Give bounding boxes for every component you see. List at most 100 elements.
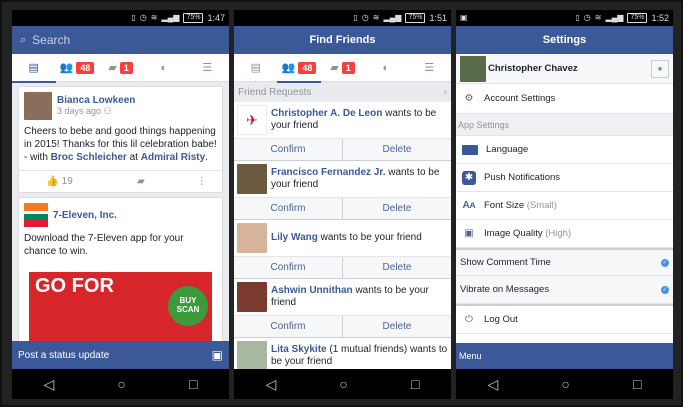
wifi-icon: ≋ <box>372 13 380 22</box>
tab-friend-requests[interactable]: 👥 48 <box>59 54 95 82</box>
image-quality-item[interactable]: ▣ Image Quality (High) <box>456 220 673 248</box>
search-placeholder[interactable]: Search <box>32 33 70 47</box>
signal-icon: ▂▄▆ <box>605 13 624 22</box>
vibrate-on-messages-label: Vibrate on Messages <box>460 284 550 295</box>
camera-icon[interactable]: ▣ <box>212 348 223 362</box>
avatar[interactable]: ✈ <box>237 105 267 135</box>
delete-button[interactable]: Delete <box>342 139 451 160</box>
wifi-icon: ≋ <box>594 13 602 22</box>
delete-button[interactable]: Delete <box>342 316 451 337</box>
phone-screen-newsfeed: ▯ ◷ ≋ ▂▄▆ 75% 1:47 ⌕ Search ▤ 👥 48 ▰ 1 ◐ ☰… <box>12 10 229 399</box>
vibrate-on-messages-item[interactable]: Vibrate on Messages ✓ <box>456 276 673 304</box>
screenshot-frame: ▯ ◷ ≋ ▂▄▆ 75% 1:47 ⌕ Search ▤ 👥 48 ▰ 1 ◐ ☰… <box>0 0 683 407</box>
friends-icon: 👥 <box>59 62 74 74</box>
post-header: 7-Eleven, Inc. <box>19 198 222 232</box>
avatar[interactable] <box>237 341 267 371</box>
requester-name[interactable]: Lita Skykite <box>271 344 327 355</box>
checkmark-icon[interactable]: ✓ <box>661 258 669 267</box>
post-card: Bianca Lowkeen 3 days ago ⚇ Cheers to be… <box>18 86 223 193</box>
alarm-icon: ◷ <box>583 13 591 22</box>
profile-name: Christopher Chavez <box>488 63 578 74</box>
requester-name[interactable]: Ashwin Unnithan <box>271 285 353 296</box>
account-settings-item[interactable]: ⚙ Account Settings <box>456 84 673 114</box>
font-size-value: (Small) <box>526 200 557 211</box>
tab-messages[interactable]: ▰ 1 <box>102 54 138 82</box>
status-time: 1:51 <box>429 13 447 23</box>
show-comment-time-item[interactable]: Show Comment Time ✓ <box>456 248 673 276</box>
phone-screen-find-friends: ▯ ◷ ≋ ▂▄▆ 75% 1:51 Find Friends ▤ 👥 48 ▰ 1… <box>234 10 451 399</box>
seven-eleven-logo[interactable] <box>24 203 48 227</box>
top-tab-bar: ▤ 👥 48 ▰ 1 ◐ ☰ <box>12 54 229 83</box>
post-author[interactable]: 7-Eleven, Inc. <box>53 210 117 221</box>
request-text: Ashwin Unnithan wants to be your friend <box>271 285 429 308</box>
font-size-icon: Aᴀ <box>462 200 476 211</box>
requester-name[interactable]: Lily Wang <box>271 232 318 243</box>
tab-menu[interactable]: ☰ <box>411 54 447 82</box>
search-bar[interactable]: ⌕ Search <box>12 26 229 54</box>
profile-row[interactable]: Christopher Chavez ● <box>456 54 673 84</box>
friend-request-item: Lily Wang wants to be your friend Confir… <box>234 220 451 279</box>
vibrate-icon: ▯ <box>131 13 136 22</box>
requester-name[interactable]: Christopher A. De Leon <box>271 108 382 119</box>
font-size-item[interactable]: Aᴀ Font Size (Small) <box>456 192 673 220</box>
confirm-button[interactable]: Confirm <box>234 139 342 160</box>
tab-friend-requests[interactable]: 👥 48 <box>277 54 322 83</box>
recents-icon[interactable]: □ <box>633 376 641 392</box>
battery-indicator: 75% <box>183 13 204 23</box>
recents-icon[interactable]: □ <box>411 376 419 392</box>
more-options-button[interactable]: ⋮ <box>181 176 222 187</box>
tab-menu[interactable]: ☰ <box>189 54 225 82</box>
section-title: App Settings <box>458 119 510 130</box>
recents-icon[interactable]: □ <box>189 376 197 392</box>
post-author[interactable]: Bianca Lowkeen <box>57 95 135 106</box>
status-update-bar[interactable]: Post a status update ▣ <box>12 341 229 369</box>
wifi-icon: ≋ <box>150 13 158 22</box>
delete-button[interactable]: Delete <box>342 198 451 219</box>
confirm-button[interactable]: Confirm <box>234 198 342 219</box>
avatar[interactable] <box>24 92 52 120</box>
back-icon[interactable]: ◁ <box>44 376 55 393</box>
home-icon[interactable]: ○ <box>117 376 125 392</box>
tab-news-feed[interactable]: ▤ <box>238 54 274 82</box>
avatar[interactable] <box>237 282 267 312</box>
show-comment-time-label: Show Comment Time <box>460 257 551 268</box>
promo-image[interactable]: GO FOR BUY SCAN <box>29 272 212 342</box>
confirm-button[interactable]: Confirm <box>234 257 342 278</box>
tab-news-feed[interactable]: ▤ <box>12 54 56 83</box>
log-out-item[interactable]: ⏻ Log Out <box>456 304 673 334</box>
post-actions: 👍 19 ▰ ⋮ <box>19 170 222 192</box>
home-icon[interactable]: ○ <box>561 376 569 392</box>
checkmark-icon[interactable]: ✓ <box>661 285 669 294</box>
push-notifications-item[interactable]: ✱ Push Notifications <box>456 164 673 192</box>
back-icon[interactable]: ◁ <box>488 376 499 393</box>
promo-bubble: BUY SCAN <box>168 286 208 326</box>
language-item[interactable]: Language <box>456 136 673 164</box>
tab-notifications[interactable]: ◐ <box>146 54 182 82</box>
status-bar: ▣ ▯ ◷ ≋ ▂▄▆ 75% 1:52 <box>456 10 673 26</box>
message-icon: ▰ <box>330 62 339 74</box>
home-icon[interactable]: ○ <box>339 376 347 392</box>
menu-bar[interactable]: Menu <box>456 343 673 369</box>
tab-notifications[interactable]: ◐ <box>368 54 404 82</box>
log-out-label: Log Out <box>484 314 518 325</box>
requester-name[interactable]: Francisco Fernandez Jr. <box>271 167 386 178</box>
delete-button[interactable]: Delete <box>342 257 451 278</box>
avatar[interactable] <box>237 164 267 194</box>
back-icon[interactable]: ◁ <box>266 376 277 393</box>
confirm-button[interactable]: Confirm <box>234 316 342 337</box>
font-size-label: Font Size (Small) <box>484 200 557 211</box>
like-button[interactable]: 👍 19 <box>19 176 100 187</box>
status-update-label[interactable]: Post a status update <box>18 350 109 361</box>
tag-link[interactable]: Broc Schleicher <box>51 152 127 163</box>
location-link[interactable]: Admiral Risty <box>141 152 205 163</box>
phone-screen-settings: ▣ ▯ ◷ ≋ ▂▄▆ 75% 1:52 Settings Christophe… <box>456 10 673 399</box>
comment-button[interactable]: ▰ <box>100 176 181 187</box>
battery-indicator: 75% <box>405 13 426 23</box>
online-status-icon[interactable]: ● <box>651 59 669 78</box>
friends-audience-icon: ⚇ <box>103 106 112 116</box>
friend-requests-header[interactable]: Friend Requests › <box>234 82 451 102</box>
tab-messages[interactable]: ▰ 1 <box>324 54 360 82</box>
avatar[interactable] <box>237 223 267 253</box>
battery-indicator: 75% <box>627 13 648 23</box>
thumbs-up-icon: 👍 <box>46 176 59 187</box>
